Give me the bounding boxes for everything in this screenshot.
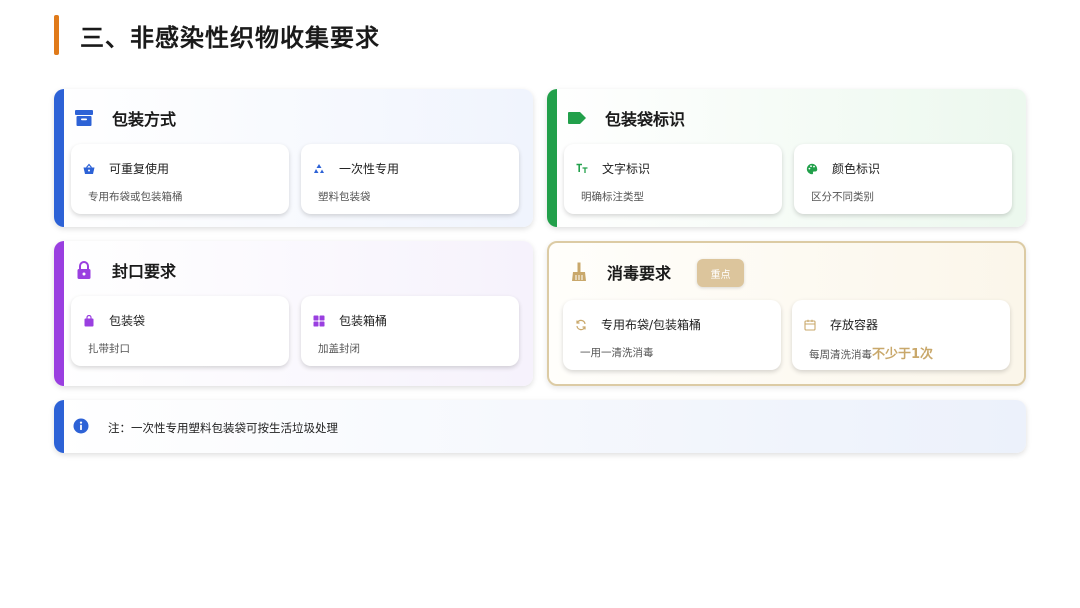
option-title: 文字标识 xyxy=(602,162,651,176)
card-title: 包装袋标识 xyxy=(605,110,686,129)
option-text-label: 文字标识 明确标注类型 xyxy=(564,144,782,214)
note-text: 注：一次性专用塑料包装袋可按生活垃圾处理 xyxy=(108,421,338,435)
option-desc: 区分不同类别 xyxy=(811,191,874,203)
option-title: 可重复使用 xyxy=(109,162,170,176)
option-title: 包装箱桶 xyxy=(339,314,388,328)
info-icon xyxy=(73,418,89,434)
option-desc: 扎带封口 xyxy=(88,343,130,355)
note-banner: 注：一次性专用塑料包装袋可按生活垃圾处理 xyxy=(54,400,1026,453)
option-dedicated-bag: 专用布袋/包装箱桶 一用一清洗消毒 xyxy=(563,300,781,370)
note-accent-bar xyxy=(54,400,64,453)
card-disinfection: 消毒要求 重点 专用布袋/包装箱桶 一用一清洗消毒 存放容器 每周清洗消毒不少于… xyxy=(547,241,1026,386)
card-accent-bar xyxy=(547,89,557,227)
card-labeling: 包装袋标识 文字标识 明确标注类型 颜色标识 区分不同类别 xyxy=(547,89,1026,227)
page-title: 三、非感染性织物收集要求 xyxy=(80,24,380,52)
option-storage-container: 存放容器 每周清洗消毒不少于1次 xyxy=(792,300,1010,370)
palette-icon xyxy=(806,163,818,175)
basket-icon xyxy=(83,163,95,175)
option-desc: 专用布袋或包装箱桶 xyxy=(88,191,183,203)
grid-box-icon xyxy=(313,315,325,327)
card-accent-bar xyxy=(54,89,64,227)
card-title: 消毒要求 xyxy=(607,264,672,283)
key-point-badge: 重点 xyxy=(697,259,744,287)
lock-icon xyxy=(74,260,94,280)
option-box: 包装箱桶 加盖封闭 xyxy=(301,296,519,366)
tag-icon xyxy=(567,108,587,128)
sync-icon xyxy=(575,319,587,331)
text-format-icon xyxy=(576,163,588,175)
option-color-label: 颜色标识 区分不同类别 xyxy=(794,144,1012,214)
archive-box-icon xyxy=(74,108,94,128)
card-title: 封口要求 xyxy=(112,262,177,281)
option-desc-text: 每周清洗消毒 xyxy=(809,349,872,361)
option-desc: 塑料包装袋 xyxy=(318,191,371,203)
title-accent-bar xyxy=(54,15,59,55)
option-desc: 加盖封闭 xyxy=(318,343,360,355)
option-desc: 每周清洗消毒不少于1次 xyxy=(809,343,933,362)
option-title: 专用布袋/包装箱桶 xyxy=(601,318,702,332)
option-title: 颜色标识 xyxy=(832,162,881,176)
card-accent-bar xyxy=(54,241,64,386)
card-title: 包装方式 xyxy=(112,110,177,129)
calendar-icon xyxy=(804,319,816,331)
frequency-highlight: 不少于1次 xyxy=(872,347,934,362)
option-title: 一次性专用 xyxy=(339,162,400,176)
card-sealing: 封口要求 包装袋 扎带封口 包装箱桶 加盖封闭 xyxy=(54,241,533,386)
broom-icon xyxy=(569,262,589,282)
option-title: 存放容器 xyxy=(830,318,879,332)
option-title: 包装袋 xyxy=(109,314,146,328)
option-bag: 包装袋 扎带封口 xyxy=(71,296,289,366)
option-desc: 一用一清洗消毒 xyxy=(580,347,654,359)
card-packaging: 包装方式 可重复使用 专用布袋或包装箱桶 一次性专用 塑料包装袋 xyxy=(54,89,533,227)
bag-icon xyxy=(83,314,95,327)
recycle-icon xyxy=(313,163,325,175)
option-disposable: 一次性专用 塑料包装袋 xyxy=(301,144,519,214)
option-desc: 明确标注类型 xyxy=(581,191,644,203)
option-reusable: 可重复使用 专用布袋或包装箱桶 xyxy=(71,144,289,214)
